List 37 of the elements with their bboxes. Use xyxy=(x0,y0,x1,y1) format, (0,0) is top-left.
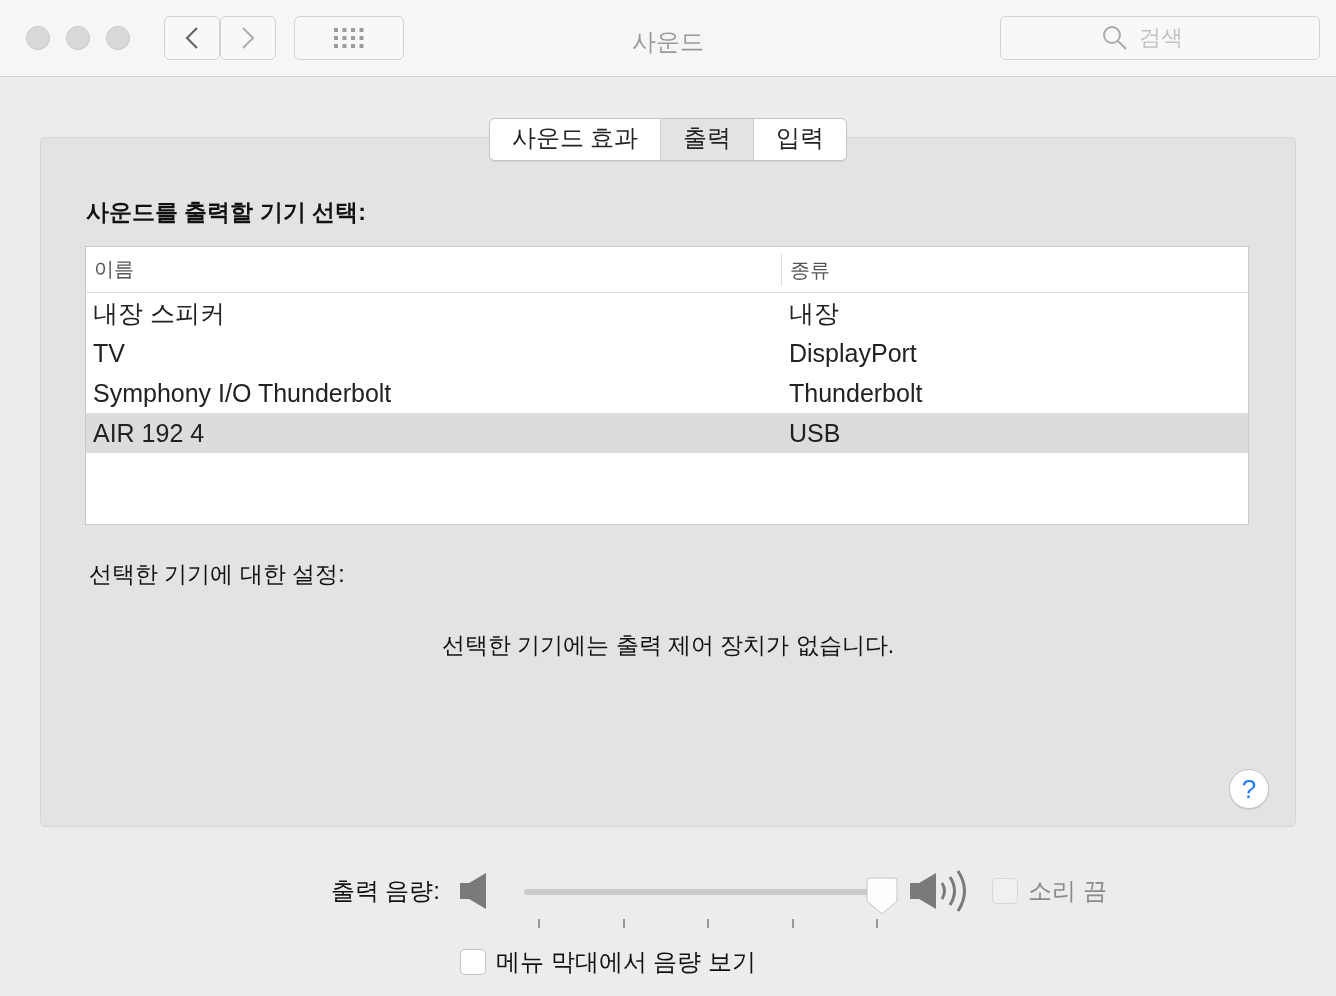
minimize-window-button[interactable] xyxy=(66,26,90,50)
table-cell-text: Symphony I/O Thunderbolt xyxy=(92,378,393,408)
table-cell-text: DisplayPort xyxy=(788,338,918,368)
device-row[interactable]: TV DisplayPort xyxy=(86,333,1248,373)
chevron-right-icon xyxy=(241,26,255,50)
window-title: 사운드 xyxy=(632,28,704,55)
table-cell-text: USB xyxy=(788,418,842,448)
section-heading: 사운드를 출력할 기기 선택: xyxy=(86,198,367,227)
checkbox-label: 소리 끔 xyxy=(1028,876,1107,906)
help-button[interactable]: ? xyxy=(1229,769,1269,809)
close-window-button[interactable] xyxy=(26,26,50,50)
table-cell-text: Thunderbolt xyxy=(788,378,924,408)
forward-button[interactable] xyxy=(220,16,276,60)
device-row[interactable]: 내장 스피커 내장 xyxy=(86,293,1248,333)
volume-label: 출력 음량: xyxy=(329,876,440,906)
speaker-low-icon xyxy=(460,873,486,909)
table-cell-text: TV xyxy=(92,338,126,368)
show-all-button[interactable] xyxy=(294,16,404,60)
device-row[interactable]: AIR 192 4 USB xyxy=(86,413,1248,453)
search-icon xyxy=(1102,25,1128,51)
tab[interactable]: 출력 xyxy=(661,119,755,160)
checkbox[interactable] xyxy=(460,949,486,975)
slider-thumb[interactable] xyxy=(866,877,898,915)
back-button[interactable] xyxy=(164,16,220,60)
table-cell-text: 내장 xyxy=(788,297,840,329)
tab[interactable]: 입력 xyxy=(754,119,847,160)
chevron-left-icon xyxy=(185,26,199,50)
zoom-window-button[interactable] xyxy=(106,26,130,50)
grid-icon xyxy=(334,28,364,48)
column-header[interactable]: 종류 xyxy=(781,253,1248,286)
section-heading: 선택한 기기에 대한 설정: xyxy=(89,560,346,589)
device-row[interactable]: Symphony I/O Thunderbolt Thunderbolt xyxy=(86,373,1248,413)
checkbox-label: 메뉴 막대에서 음량 보기 xyxy=(496,947,756,977)
info-message: 선택한 기기에는 출력 제어 장치가 없습니다. xyxy=(440,631,896,660)
column-header[interactable]: 이름 xyxy=(86,256,781,283)
table-cell-text: AIR 192 4 xyxy=(92,418,206,448)
table-cell-text: 내장 스피커 xyxy=(92,297,226,329)
